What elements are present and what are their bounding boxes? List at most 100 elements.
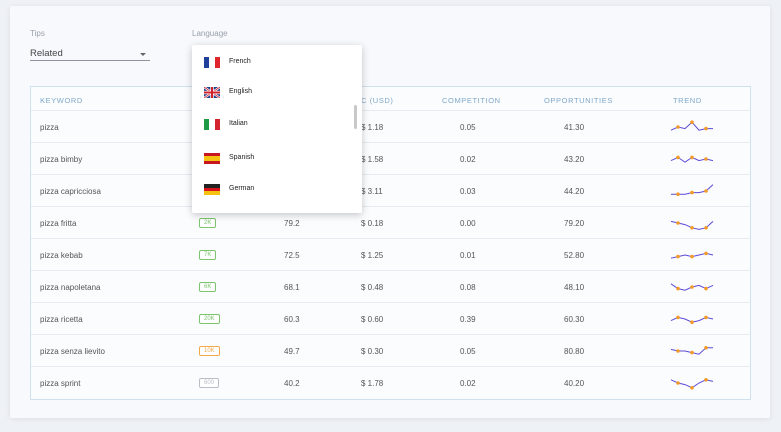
table-row[interactable]: pizza napoletana 6K 68.1 $ 0.48 0.08 48.10 xyxy=(31,271,750,303)
tips-select[interactable]: Related xyxy=(30,48,150,61)
score-cell: 68.1 xyxy=(284,283,300,292)
trend-point xyxy=(690,350,694,355)
opportunities-cell: 41.30 xyxy=(564,123,585,132)
trend-point xyxy=(704,157,708,161)
keyword-cell[interactable]: pizza fritta xyxy=(40,219,76,228)
language-option-label: French xyxy=(229,58,251,65)
trend-point xyxy=(704,251,708,256)
competition-cell: 0.02 xyxy=(460,155,476,164)
tips-select-value: Related xyxy=(30,48,63,59)
keyword-cell[interactable]: pizza sprint xyxy=(40,379,80,388)
header-competition[interactable]: COMPETITION xyxy=(442,96,501,105)
table-row[interactable]: pizza kebab 7K 72.5 $ 1.25 0.01 52.80 xyxy=(31,239,750,271)
opportunities-cell: 52.80 xyxy=(564,251,585,260)
trend-point xyxy=(676,286,680,291)
volume-badge: 20K xyxy=(199,314,220,324)
trend-point xyxy=(690,386,694,390)
trend-sparkline xyxy=(670,220,714,230)
trend-point xyxy=(676,125,680,129)
table-header: KEYWORD C (USD) COMPETITION OPPORTUNITIE… xyxy=(31,87,750,111)
dropdown-scrollbar[interactable] xyxy=(354,105,357,129)
caret-down-icon xyxy=(140,53,146,56)
opportunities-cell: 40.20 xyxy=(564,379,585,388)
table-row[interactable]: pizza capricciosa $ 3.11 0.03 44.20 xyxy=(31,175,750,207)
competition-cell: 0.02 xyxy=(460,379,476,388)
trend-point xyxy=(676,155,680,160)
language-option-label: Italian xyxy=(229,120,248,127)
trend-point xyxy=(676,254,680,259)
keyword-cell[interactable]: pizza bimby xyxy=(40,155,82,164)
opportunities-cell: 48.10 xyxy=(564,283,585,292)
score-cell: 79.2 xyxy=(284,219,300,228)
cpc-cell: $ 0.18 xyxy=(361,219,384,228)
competition-cell: 0.08 xyxy=(460,283,476,292)
keyword-cell[interactable]: pizza napoletana xyxy=(40,283,101,292)
cpc-cell: $ 1.25 xyxy=(361,251,384,260)
volume-badge: 2K xyxy=(199,218,217,228)
keyword-cell[interactable]: pizza senza lievito xyxy=(40,347,105,356)
trend-point xyxy=(676,315,680,320)
volume-badge: 6K xyxy=(199,282,217,292)
trend-point xyxy=(690,320,694,324)
trend-point xyxy=(690,155,694,160)
language-option-german[interactable]: German xyxy=(204,184,354,198)
score-cell: 40.2 xyxy=(284,379,300,388)
keyword-table: KEYWORD C (USD) COMPETITION OPPORTUNITIE… xyxy=(30,86,751,400)
table-row[interactable]: pizza senza lievito 10K 49.7 $ 0.30 0.05 80.8… xyxy=(31,335,750,367)
cpc-cell: $ 0.48 xyxy=(361,283,384,292)
trend-sparkline xyxy=(670,155,714,163)
trend-point xyxy=(690,190,694,195)
volume-badge: 600 xyxy=(199,378,220,388)
language-option-english[interactable]: English xyxy=(204,87,354,101)
france-flag-icon xyxy=(204,57,220,68)
language-option-italian[interactable]: Italian xyxy=(204,119,354,133)
opportunities-cell: 80.80 xyxy=(564,347,585,356)
trend-point xyxy=(690,254,694,259)
language-option-spanish[interactable]: Spanish xyxy=(204,153,354,167)
table-row[interactable]: pizza $ 1.18 0.05 41.30 xyxy=(31,111,750,143)
competition-cell: 0.05 xyxy=(460,347,476,356)
trend-point xyxy=(676,381,680,385)
trend-point xyxy=(690,285,694,289)
trend-point xyxy=(704,126,708,131)
italy-flag-icon xyxy=(204,119,220,130)
cpc-cell: $ 3.11 xyxy=(361,187,383,196)
keyword-cell[interactable]: pizza kebab xyxy=(40,251,83,260)
trend-point xyxy=(704,286,708,291)
keyword-cell[interactable]: pizza ricetta xyxy=(40,315,83,324)
language-option-label: German xyxy=(229,185,255,192)
trend-point xyxy=(676,221,680,225)
keyword-cell[interactable]: pizza xyxy=(40,123,59,132)
cpc-cell: $ 0.30 xyxy=(361,347,384,356)
header-trend[interactable]: TREND xyxy=(673,96,702,105)
table-row[interactable]: pizza ricetta 20K 60.3 $ 0.60 0.39 60.30 xyxy=(31,303,750,335)
cpc-cell: $ 0.60 xyxy=(361,315,384,324)
header-keyword[interactable]: KEYWORD xyxy=(40,96,83,105)
competition-cell: 0.05 xyxy=(460,123,476,132)
score-cell: 72.5 xyxy=(284,251,300,260)
score-cell: 49.7 xyxy=(284,347,300,356)
spain-flag-icon xyxy=(204,153,220,164)
trend-point xyxy=(704,378,708,382)
language-option-french[interactable]: French xyxy=(204,57,354,71)
header-cpc[interactable]: C (USD) xyxy=(361,96,394,105)
header-opportunities[interactable]: OPPORTUNITIES xyxy=(544,96,613,105)
germany-flag-icon xyxy=(204,184,220,196)
cpc-cell: $ 1.78 xyxy=(361,379,384,388)
competition-cell: 0.01 xyxy=(460,251,476,260)
trend-point xyxy=(676,349,680,353)
volume-badge: 10K xyxy=(199,346,220,356)
table-row[interactable]: pizza fritta 2K 79.2 $ 0.18 0.00 79.20 xyxy=(31,207,750,239)
score-cell: 60.3 xyxy=(284,315,300,324)
table-row[interactable]: pizza bimby $ 1.58 0.02 43.20 xyxy=(31,143,750,175)
trend-sparkline xyxy=(670,315,714,324)
competition-cell: 0.39 xyxy=(460,315,476,324)
language-option-label: Spanish xyxy=(229,154,255,161)
cpc-cell: $ 1.18 xyxy=(361,123,384,132)
table-row[interactable]: pizza sprint 600 40.2 $ 1.78 0.02 40.20 xyxy=(31,367,750,399)
trend-sparkline xyxy=(670,378,714,390)
opportunities-cell: 44.20 xyxy=(564,187,585,196)
competition-cell: 0.03 xyxy=(460,187,476,196)
keyword-cell[interactable]: pizza capricciosa xyxy=(40,187,101,196)
trend-point xyxy=(704,226,708,230)
